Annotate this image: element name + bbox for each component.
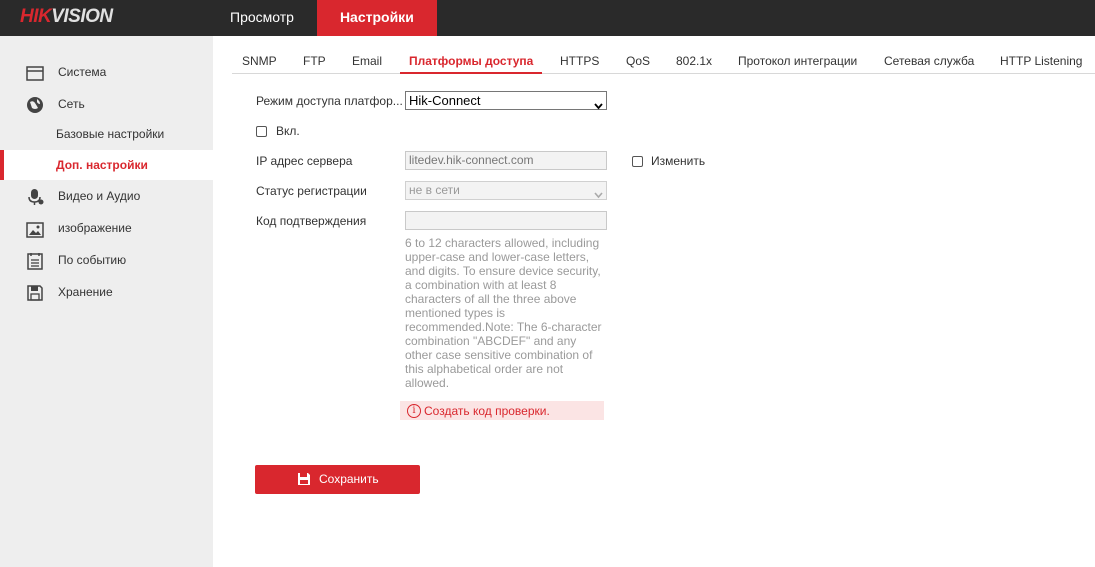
access-mode-select[interactable]: Hik-Connect — [405, 91, 607, 110]
monitor-icon — [26, 64, 44, 81]
tab-email[interactable]: Email — [352, 44, 382, 74]
top-bar: HIKVISION Просмотр Настройки — [0, 0, 1095, 36]
sidebar-item-storage[interactable]: Хранение — [0, 278, 213, 306]
sidebar-item-system[interactable]: Система — [0, 58, 213, 86]
sidebar-item-label: Сеть — [58, 97, 85, 111]
verification-code-field[interactable] — [405, 211, 607, 230]
sidebar-item-label: Базовые настройки — [56, 127, 165, 141]
server-ip-field[interactable]: litedev.hik-connect.com — [405, 151, 607, 170]
access-mode-label: Режим доступа платфор... — [256, 94, 403, 108]
verification-code-label: Код подтверждения — [256, 214, 367, 228]
tab-https[interactable]: HTTPS — [560, 44, 599, 74]
tab-ftp[interactable]: FTP — [303, 44, 326, 74]
sidebar-item-label: По событию — [58, 253, 127, 267]
image-icon — [26, 220, 44, 238]
tab-http-listening[interactable]: HTTP Listening — [1000, 44, 1082, 74]
sidebar-item-label: Видео и Аудио — [58, 189, 141, 203]
change-checkbox[interactable] — [632, 156, 643, 167]
sidebar-item-video-audio[interactable]: Видео и Аудио — [0, 182, 213, 210]
sidebar-item-image[interactable]: изображение — [0, 214, 213, 242]
sidebar-item-advanced-settings[interactable]: Доп. настройки — [0, 150, 213, 180]
save-icon — [297, 472, 311, 486]
sidebar-item-network[interactable]: Сеть — [0, 90, 213, 118]
tab-live-view[interactable]: Просмотр — [213, 0, 311, 36]
sidebar-item-label: изображение — [58, 221, 132, 235]
sidebar-item-label: Хранение — [58, 285, 113, 299]
tab-integration-protocol[interactable]: Протокол интеграции — [738, 44, 857, 74]
warning-message: i Создать код проверки. — [400, 401, 604, 420]
sidebar: Система Сеть Базовые настройки Доп. наст… — [0, 36, 213, 567]
sidebar-item-label: Система — [58, 65, 107, 79]
info-icon: i — [407, 404, 421, 418]
sidebar-item-label: Доп. настройки — [56, 158, 148, 172]
storage-icon — [26, 284, 44, 301]
globe-icon — [26, 96, 44, 113]
top-nav: Просмотр Настройки — [213, 0, 437, 36]
enable-checkbox[interactable] — [256, 126, 267, 137]
chevron-down-icon — [594, 97, 603, 110]
chevron-down-icon — [594, 187, 603, 199]
change-label: Изменить — [651, 154, 706, 168]
tab-network-service[interactable]: Сетевая служба — [884, 44, 974, 74]
save-button[interactable]: Сохранить — [255, 465, 420, 494]
sidebar-item-event[interactable]: По событию — [0, 246, 213, 274]
tab-platform-access[interactable]: Платформы доступа — [400, 44, 543, 74]
sidebar-item-basic-settings[interactable]: Базовые настройки — [0, 119, 213, 149]
tab-snmp[interactable]: SNMP — [242, 44, 277, 74]
password-hint: 6 to 12 characters allowed, including up… — [405, 236, 602, 390]
enable-label: Вкл. — [276, 124, 300, 138]
hikvision-logo: HIKVISION — [20, 6, 113, 27]
sub-tabs: SNMP FTP Email Платформы доступа HTTPS Q… — [232, 44, 1095, 74]
registration-status-select[interactable]: не в сети — [405, 181, 607, 200]
tab-8021x[interactable]: 802.1x — [676, 44, 712, 74]
server-ip-label: IP адрес сервера — [256, 154, 353, 168]
event-list-icon — [26, 252, 44, 270]
tab-configuration[interactable]: Настройки — [316, 0, 437, 36]
microphone-icon — [26, 188, 44, 205]
tab-qos[interactable]: QoS — [626, 44, 650, 74]
registration-status-label: Статус регистрации — [256, 184, 367, 198]
